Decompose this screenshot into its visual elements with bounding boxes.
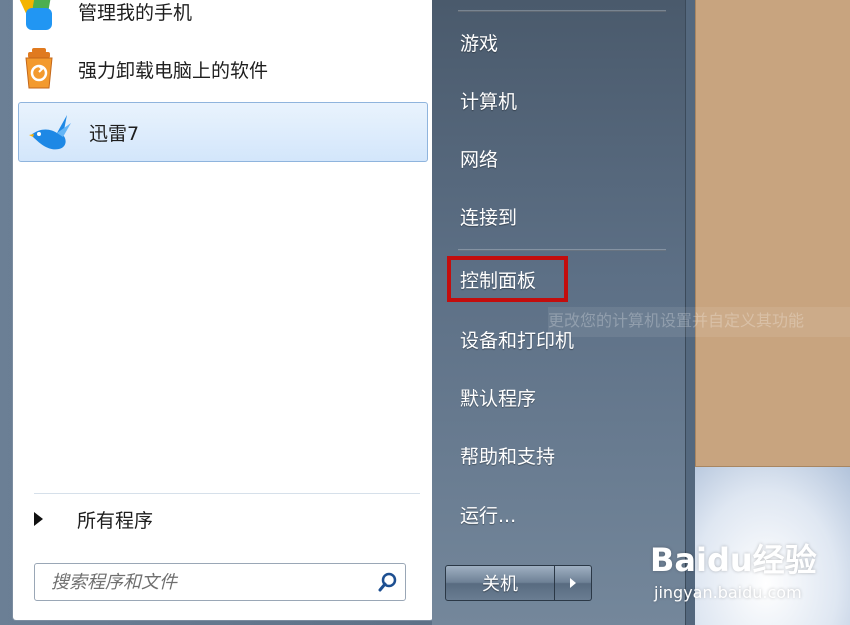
menu-item-connect-to[interactable]: 连接到 xyxy=(446,194,668,238)
menu-item-label: 默认程序 xyxy=(460,387,537,410)
all-programs-label: 所有程序 xyxy=(77,509,154,532)
baidu-watermark: Baidu经验 jingyan.baidu.com xyxy=(650,535,850,615)
search-field[interactable] xyxy=(34,563,406,601)
menu-item-computer[interactable]: 计算机 xyxy=(446,78,668,122)
search-input[interactable] xyxy=(49,567,371,597)
shutdown-options-button[interactable] xyxy=(555,565,592,601)
menu-item-label: 网络 xyxy=(460,148,499,171)
menu-separator xyxy=(458,10,666,12)
watermark-logo: Baidu经验 xyxy=(650,541,817,579)
menu-separator xyxy=(458,249,666,251)
program-item-uninstaller[interactable]: 强力卸载电脑上的软件 xyxy=(8,40,416,98)
phone-manager-icon xyxy=(16,0,62,34)
menu-item-label: 计算机 xyxy=(460,90,518,113)
xunlei-bird-icon xyxy=(27,109,73,155)
start-menu: 管理我的手机 强力卸载电脑上的软件 迅雷7 所有程序 搜索程序和文件 游戏 计算… xyxy=(0,0,850,625)
program-label: 迅雷7 xyxy=(89,122,140,145)
menu-item-label: 连接到 xyxy=(460,206,518,229)
menu-item-run[interactable]: 运行... xyxy=(446,492,668,536)
watermark-url: jingyan.baidu.com xyxy=(654,583,802,602)
pane-divider xyxy=(34,493,420,494)
search-icon[interactable] xyxy=(371,565,405,599)
shutdown-group: 关机 xyxy=(445,565,595,601)
program-label: 管理我的手机 xyxy=(78,1,193,24)
all-programs-button[interactable]: 所有程序 xyxy=(20,500,420,538)
menu-item-games[interactable]: 游戏 xyxy=(446,20,668,64)
program-item-phone-manager[interactable]: 管理我的手机 xyxy=(8,0,416,40)
program-item-xunlei[interactable]: 迅雷7 xyxy=(18,102,428,162)
shutdown-button[interactable]: 关机 xyxy=(445,565,555,601)
menu-item-label: 运行... xyxy=(460,504,517,527)
expand-arrow-icon xyxy=(34,512,43,526)
uninstaller-icon xyxy=(16,46,62,92)
menu-item-default-programs[interactable]: 默认程序 xyxy=(446,375,668,419)
menu-item-devices-printers[interactable]: 设备和打印机 xyxy=(446,317,668,361)
menu-item-label: 设备和打印机 xyxy=(460,329,575,352)
menu-item-label: 游戏 xyxy=(460,32,499,55)
menu-item-help-support[interactable]: 帮助和支持 xyxy=(446,433,668,477)
background-window xyxy=(695,0,850,467)
menu-item-label: 帮助和支持 xyxy=(460,445,556,468)
chevron-right-icon xyxy=(570,578,576,588)
menu-item-network[interactable]: 网络 xyxy=(446,136,668,180)
program-label: 强力卸载电脑上的软件 xyxy=(78,59,269,82)
highlight-annotation xyxy=(447,256,568,302)
